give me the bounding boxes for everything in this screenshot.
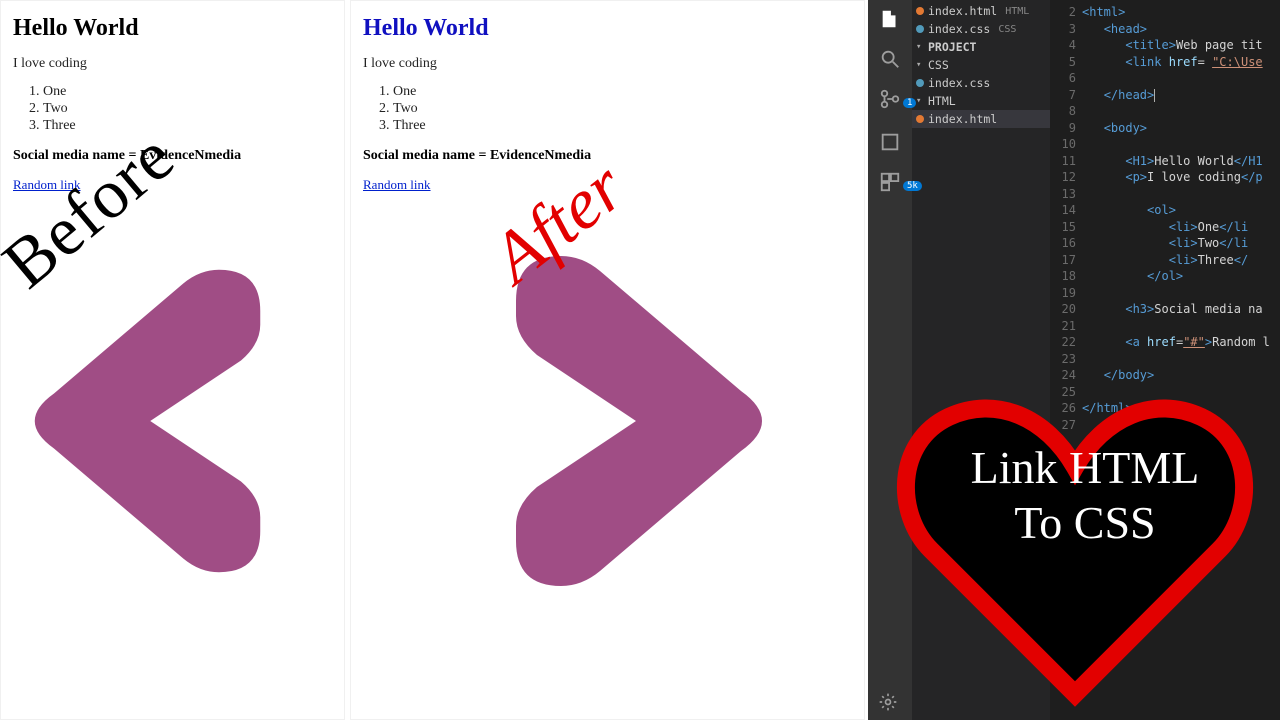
- chevron-right-icon: [451, 241, 791, 601]
- list-item: Two: [43, 101, 332, 117]
- page-heading: Hello World: [363, 15, 852, 42]
- html-file-icon: [916, 7, 924, 15]
- page-paragraph: I love coding: [13, 56, 332, 72]
- folder-label: HTML: [928, 94, 956, 108]
- folder-label: CSS: [928, 58, 949, 72]
- filename: index.html: [928, 112, 997, 126]
- open-editor-item[interactable]: index.html HTML: [912, 2, 1050, 20]
- folder-css[interactable]: CSS: [912, 56, 1050, 74]
- files-icon[interactable]: [879, 8, 901, 30]
- filename: index.css: [928, 22, 990, 36]
- file-lang: CSS: [998, 24, 1016, 35]
- ext-badge: 5k: [903, 181, 922, 191]
- debug-icon[interactable]: [879, 131, 901, 153]
- folder-html[interactable]: HTML: [912, 92, 1050, 110]
- scm-badge: 1: [903, 98, 916, 108]
- search-icon[interactable]: [879, 48, 901, 70]
- file-lang: HTML: [1005, 6, 1029, 17]
- heart-text: Link HTML To CSS: [950, 440, 1220, 550]
- subheading: Social media name = EvidenceNmedia: [363, 148, 852, 164]
- random-link[interactable]: Random link: [363, 177, 431, 192]
- html-file-icon: [916, 115, 924, 123]
- ordered-list: One Two Three: [43, 84, 332, 134]
- css-file-icon: [916, 79, 924, 87]
- chevron-left-icon: [19, 256, 309, 586]
- filename: index.css: [928, 76, 990, 90]
- list-item: Three: [43, 118, 332, 134]
- list-item: One: [43, 84, 332, 100]
- list-item: Two: [393, 101, 852, 117]
- file-index-html[interactable]: index.html: [912, 110, 1050, 128]
- page-heading: Hello World: [13, 15, 332, 42]
- file-index-css[interactable]: index.css: [912, 74, 1050, 92]
- page-paragraph: I love coding: [363, 56, 852, 72]
- open-editor-item[interactable]: index.css CSS: [912, 20, 1050, 38]
- extensions-icon[interactable]: [879, 171, 901, 193]
- list-item: One: [393, 84, 852, 100]
- list-item: Three: [393, 118, 852, 134]
- section-label: PROJECT: [928, 40, 976, 54]
- after-panel: Hello World I love coding One Two Three …: [350, 0, 865, 720]
- ordered-list: One Two Three: [393, 84, 852, 134]
- css-file-icon: [916, 25, 924, 33]
- filename: index.html: [928, 4, 997, 18]
- source-control-icon[interactable]: [879, 88, 901, 110]
- explorer-section[interactable]: PROJECT: [912, 38, 1050, 56]
- before-panel: Hello World I love coding One Two Three …: [0, 0, 345, 720]
